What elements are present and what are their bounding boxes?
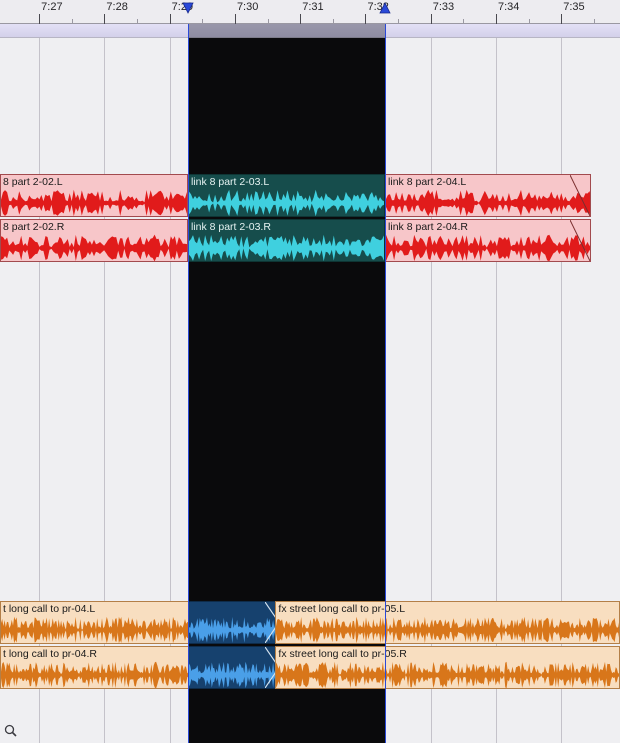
- clip-name-label: link 8 part 2-03.R: [191, 221, 382, 233]
- rowstrip-selection-shade: [188, 24, 385, 38]
- ruler-label: 7:30: [237, 1, 258, 13]
- clip-name-label: link 8 part 2-03.L: [191, 176, 382, 188]
- audio-clip[interactable]: link 8 part 2-03.L: [188, 174, 385, 217]
- clip-name-label: fx street long call to pr-05.R: [278, 648, 617, 660]
- clip-name-label: link 8 part 2-04.R: [388, 221, 588, 233]
- audio-clip[interactable]: link 8 part 2-04.L: [385, 174, 591, 217]
- ruler-label: 7:33: [433, 1, 454, 13]
- daw-arrange-window: 7:277:287:297:307:317:327:337:347:35 8 p…: [0, 0, 620, 743]
- waveform: [189, 188, 384, 216]
- ruler-label: 7:35: [563, 1, 584, 13]
- arrange-area[interactable]: 8 part 2-02.L link 8 part 2-03.L link 8 pa…: [0, 24, 620, 743]
- ruler-rowstrip: [0, 24, 620, 38]
- ruler-label: 7:28: [106, 1, 127, 13]
- sel-start-marker[interactable]: [182, 0, 194, 20]
- waveform: [386, 188, 590, 216]
- audio-clip[interactable]: 8 part 2-02.L: [0, 174, 188, 217]
- audio-clip[interactable]: fx street long call to pr-05.L: [275, 601, 620, 644]
- ruler-label: 7:34: [498, 1, 519, 13]
- audio-clip[interactable]: fx street long call to pr-05.R: [275, 646, 620, 689]
- audio-clip[interactable]: link 8 part 2-03.R: [188, 219, 385, 262]
- audio-clip[interactable]: 8 part 2-02.R: [0, 219, 188, 262]
- clip-name-label: fx street long call to pr-05.L: [278, 603, 617, 615]
- audio-clip[interactable]: link 8 part 2-04.R: [385, 219, 591, 262]
- waveform: [1, 188, 187, 216]
- sel-end-marker-line: [385, 24, 386, 743]
- sel-start-marker-line: [188, 24, 189, 743]
- fade-out-handle[interactable]: [570, 220, 590, 261]
- clip-name-label: 8 part 2-02.R: [3, 221, 185, 233]
- waveform: [276, 615, 619, 643]
- clip-name-label: link 8 part 2-04.L: [388, 176, 588, 188]
- zoom-icon[interactable]: [4, 724, 18, 741]
- ruler-label: 7:31: [302, 1, 323, 13]
- ruler-label: 7:27: [41, 1, 62, 13]
- sel-end-marker[interactable]: [379, 0, 391, 20]
- waveform: [386, 233, 590, 261]
- waveform: [276, 660, 619, 688]
- timeline-ruler[interactable]: 7:277:287:297:307:317:327:337:347:35: [0, 0, 620, 24]
- fade-out-handle[interactable]: [570, 175, 590, 216]
- clip-name-label: 8 part 2-02.L: [3, 176, 185, 188]
- waveform: [189, 233, 384, 261]
- waveform: [1, 233, 187, 261]
